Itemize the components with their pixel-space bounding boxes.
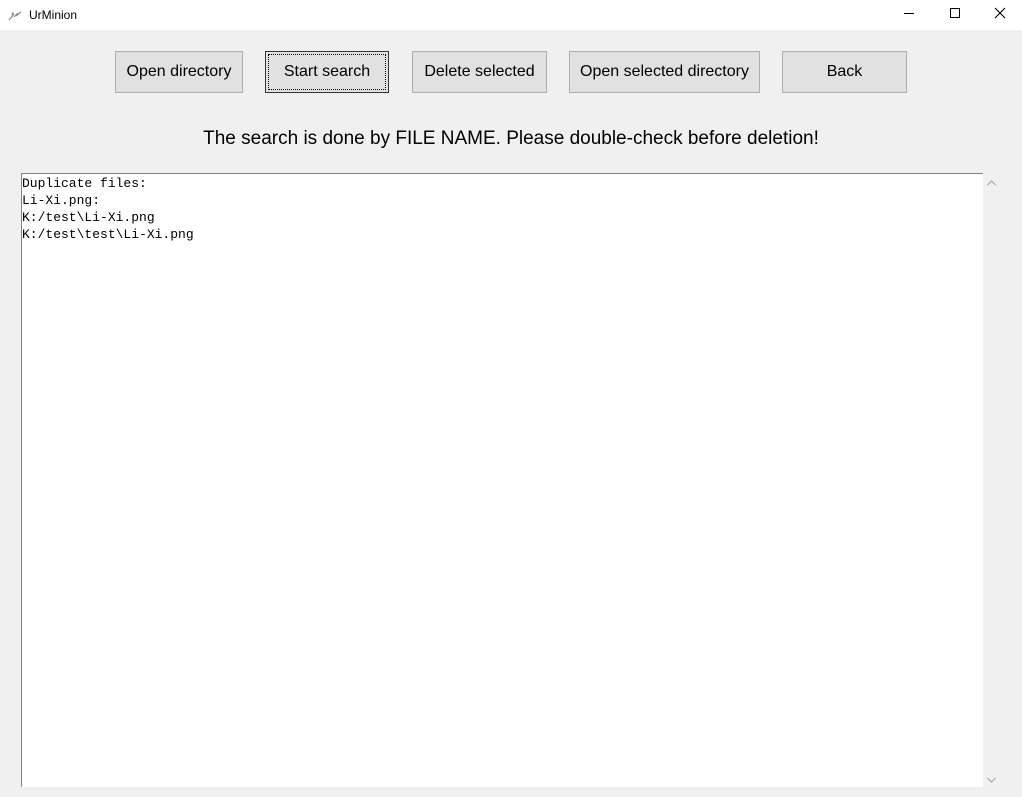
back-button[interactable]: Back (782, 51, 907, 93)
search-notice: The search is done by FILE NAME. Please … (203, 128, 819, 149)
feather-icon (8, 8, 22, 22)
start-search-button[interactable]: Start search (265, 51, 389, 93)
results-text: Duplicate files: Li-Xi.png: K:/test\Li-X… (22, 174, 983, 243)
results-text-area[interactable]: Duplicate files: Li-Xi.png: K:/test\Li-X… (21, 173, 983, 787)
window-title: UrMinion (29, 8, 78, 22)
open-directory-button[interactable]: Open directory (115, 51, 243, 93)
close-icon (994, 6, 1006, 24)
close-button[interactable] (977, 0, 1022, 29)
chevron-up-icon (987, 173, 996, 191)
result-line: Duplicate files: (22, 176, 147, 191)
minimize-button[interactable] (886, 0, 931, 29)
title-bar[interactable]: UrMinion (0, 0, 1022, 30)
scroll-down-button[interactable] (983, 770, 1000, 787)
minimize-icon (903, 6, 915, 24)
scroll-up-button[interactable] (983, 173, 1000, 190)
chevron-down-icon (987, 770, 996, 788)
result-line: Li-Xi.png: (22, 193, 101, 208)
delete-selected-button[interactable]: Delete selected (412, 51, 547, 93)
result-line: K:/test\test\Li-Xi.png (22, 227, 194, 242)
vertical-scrollbar[interactable] (983, 173, 1000, 787)
maximize-icon (949, 6, 961, 24)
result-line: K:/test\Li-Xi.png (22, 210, 155, 225)
maximize-button[interactable] (932, 0, 977, 29)
open-selected-directory-button[interactable]: Open selected directory (569, 51, 760, 93)
